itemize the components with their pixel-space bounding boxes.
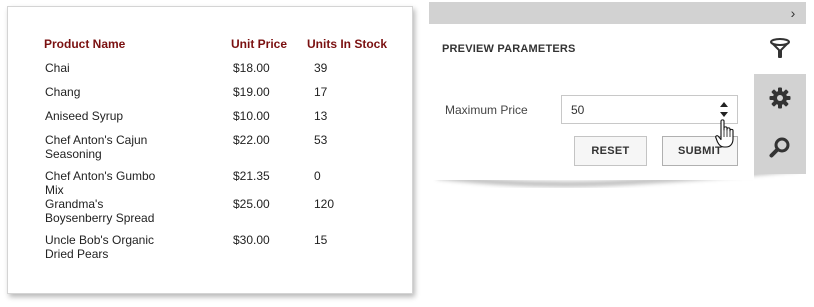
unit-price-cell: $30.00	[233, 233, 270, 247]
table-row: Chang $19.00 17	[38, 85, 394, 109]
report-preview: Product Name Unit Price Units In Stock C…	[7, 6, 413, 294]
panel-top-bar: ›	[429, 2, 806, 24]
maximum-price-spin-editor[interactable]	[561, 95, 738, 124]
units-in-stock-cell: 17	[314, 85, 328, 99]
units-in-stock-cell: 15	[314, 233, 328, 247]
products-table: Product Name Unit Price Units In Stock C…	[38, 37, 394, 269]
product-name-cell: Chef Anton's Gumbo Mix	[45, 169, 156, 197]
units-in-stock-cell: 13	[314, 109, 328, 123]
preview-parameters-panel: › PREVIEW PARAMETERS Maximum Price RESET…	[429, 2, 806, 188]
units-in-stock-cell: 53	[314, 133, 328, 147]
table-row: Aniseed Syrup $10.00 13	[38, 109, 394, 133]
unit-price-cell: $19.00	[233, 85, 270, 99]
spin-up-icon[interactable]	[720, 102, 728, 107]
panel-body: PREVIEW PARAMETERS Maximum Price RESET S…	[429, 24, 754, 180]
table-row: Chef Anton's Cajun Seasoning $22.00 53	[38, 133, 394, 169]
product-name-cell: Chang	[45, 85, 81, 99]
product-name-cell: Chef Anton's Cajun Seasoning	[45, 133, 148, 161]
collapse-chevron-icon[interactable]: ›	[786, 5, 800, 21]
spin-down-icon[interactable]	[720, 112, 728, 117]
tab-settings[interactable]	[754, 74, 806, 124]
search-icon	[769, 137, 790, 158]
table-row: Chef Anton's Gumbo Mix $21.35 0	[38, 169, 394, 197]
units-in-stock-cell: 120	[314, 197, 335, 211]
table-row: Uncle Bob's Organic Dried Pears $30.00 15	[38, 233, 394, 269]
filter-icon	[770, 38, 790, 58]
tab-filter[interactable]	[754, 24, 806, 74]
units-in-stock-cell: 39	[314, 61, 328, 75]
unit-price-cell: $25.00	[233, 197, 270, 211]
reset-button[interactable]: RESET	[574, 136, 647, 166]
column-header-unit-price: Unit Price	[231, 37, 288, 51]
gear-icon	[769, 87, 791, 109]
units-in-stock-cell: 0	[314, 169, 321, 183]
table-header-row: Product Name Unit Price Units In Stock	[38, 37, 394, 61]
unit-price-cell: $18.00	[233, 61, 270, 75]
maximum-price-input[interactable]	[571, 102, 711, 118]
unit-price-cell: $10.00	[233, 109, 270, 123]
product-name-cell: Chai	[45, 61, 70, 75]
column-header-units-in-stock: Units In Stock	[307, 37, 388, 51]
tab-search[interactable]	[754, 124, 806, 174]
unit-price-cell: $21.35	[233, 169, 270, 183]
column-header-product-name: Product Name	[44, 37, 126, 51]
product-name-cell: Grandma's Boysenberry Spread	[45, 197, 155, 225]
unit-price-cell: $22.00	[233, 133, 270, 147]
hand-cursor-icon	[715, 119, 734, 148]
panel-title: PREVIEW PARAMETERS	[442, 43, 576, 55]
product-name-cell: Uncle Bob's Organic Dried Pears	[45, 233, 155, 261]
table-row: Chai $18.00 39	[38, 61, 394, 85]
maximum-price-label: Maximum Price	[445, 103, 528, 117]
product-name-cell: Aniseed Syrup	[45, 109, 124, 123]
table-row: Grandma's Boysenberry Spread $25.00 120	[38, 197, 394, 233]
